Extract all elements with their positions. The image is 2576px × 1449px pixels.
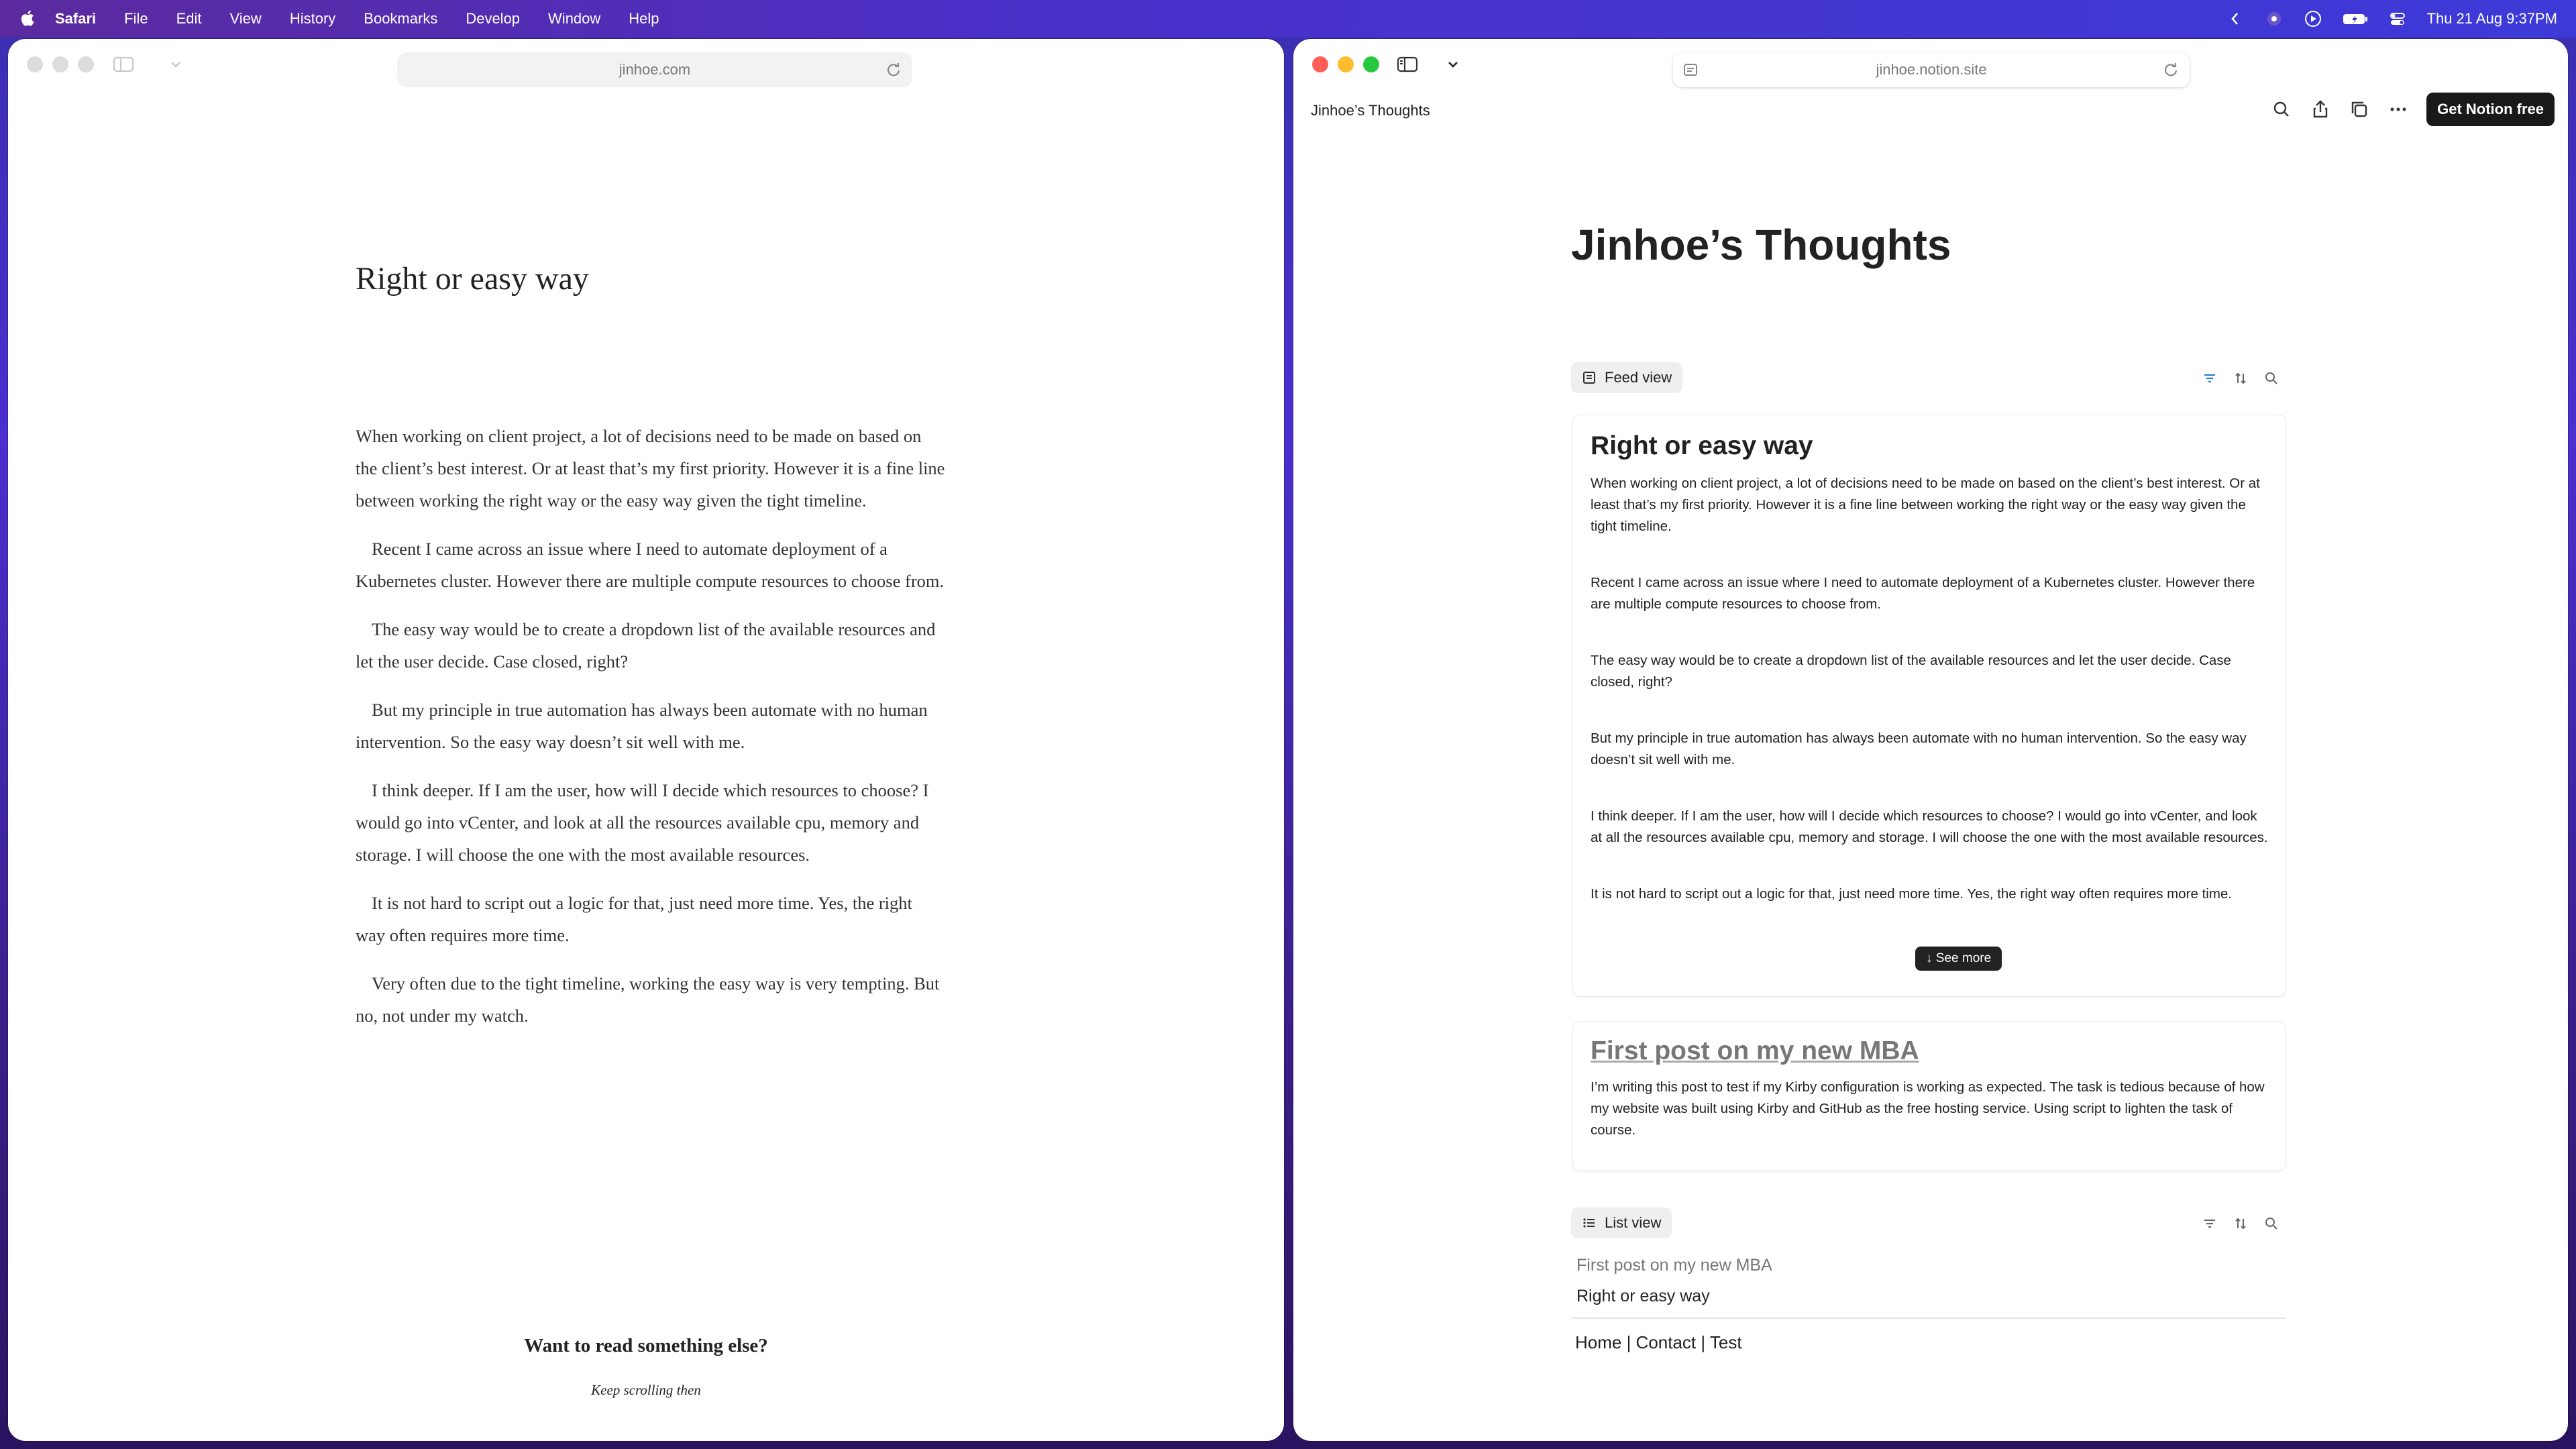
feed-view-tools	[2202, 370, 2279, 386]
article-paragraph: It is not hard to script out a logic for…	[356, 893, 912, 945]
play-icon[interactable]	[2304, 9, 2322, 28]
address-bar[interactable]: jinhoe.notion.site	[1673, 52, 2190, 87]
sidebar-toggle-icon[interactable]	[110, 52, 137, 76]
menu-edit[interactable]: Edit	[176, 10, 202, 28]
feed-icon	[1583, 372, 1595, 384]
card-paragraph: Recent I came across an issue where I ne…	[1591, 575, 2255, 612]
list-icon	[1583, 1218, 1595, 1228]
footer-links[interactable]: Home | Contact | Test	[1575, 1332, 1742, 1353]
divider	[1572, 1318, 2286, 1319]
list-view-tools	[2202, 1216, 2279, 1232]
clock[interactable]: Thu 21 Aug 9:37PM	[2427, 10, 2557, 28]
status-area: Thu 21 Aug 9:37PM	[2226, 0, 2557, 38]
share-icon[interactable]	[2310, 99, 2331, 120]
see-more-label: See more	[1935, 951, 1992, 965]
close-button[interactable]	[1312, 56, 1328, 72]
more-subheading: Keep scrolling then	[591, 1382, 701, 1398]
menu-window[interactable]: Window	[548, 10, 600, 28]
filter-icon[interactable]	[2202, 1216, 2218, 1232]
sidebar-toggle-icon[interactable]	[1394, 52, 1421, 76]
card-paragraph: When working on client project, a lot of…	[1591, 476, 2260, 534]
card-paragraph: It is not hard to script out a logic for…	[1591, 886, 2232, 902]
menu-help[interactable]: Help	[629, 10, 659, 28]
window-controls	[27, 56, 94, 72]
article-paragraph: The easy way would be to create a dropdo…	[356, 619, 936, 672]
zoom-button[interactable]	[78, 56, 94, 72]
see-more-button[interactable]: ↓ See more	[1915, 947, 2002, 971]
more-heading: Want to read something else?	[524, 1335, 768, 1356]
menu-view[interactable]: View	[230, 10, 262, 28]
card-paragraph: The easy way would be to create a dropdo…	[1591, 653, 2231, 690]
menu-bookmarks[interactable]: Bookmarks	[364, 10, 437, 28]
breadcrumb[interactable]: Jinhoe’s Thoughts	[1311, 102, 1430, 119]
list-item[interactable]: Right or easy way	[1576, 1287, 1710, 1306]
chevron-down-icon[interactable]	[1440, 52, 1466, 76]
article-paragraph: I think deeper. If I am the user, how wi…	[356, 780, 929, 865]
arrow-down-icon: ↓	[1926, 951, 1936, 965]
card-paragraph: I think deeper. If I am the user, how wi…	[1591, 808, 2268, 845]
address-bar[interactable]: jinhoe.com	[397, 52, 912, 87]
menu-app-safari[interactable]: Safari	[55, 10, 96, 28]
url-text: jinhoe.com	[619, 61, 691, 78]
card-title[interactable]: Right or easy way	[1591, 431, 1813, 461]
card-paragraph: I’m writing this post to test if my Kirb…	[1591, 1079, 2265, 1138]
search-icon[interactable]	[2271, 99, 2292, 120]
page-title: Jinhoe’s Thoughts	[1571, 221, 1951, 269]
camera-indicator-icon[interactable]	[2265, 9, 2284, 28]
tab-label: Feed view	[1605, 369, 1672, 386]
reload-icon[interactable]	[2161, 60, 2180, 79]
card-title[interactable]: First post on my new MBA	[1591, 1036, 1919, 1066]
get-notion-free-button[interactable]: Get Notion free	[2426, 93, 2555, 126]
minimize-button[interactable]	[52, 56, 68, 72]
article-body: When working on client project, a lot of…	[356, 420, 946, 1048]
minimize-button[interactable]	[1338, 56, 1354, 72]
article-paragraph: But my principle in true automation has …	[356, 700, 928, 752]
menu-history[interactable]: History	[290, 10, 335, 28]
feed-card[interactable]: First post on my new MBA I’m writing thi…	[1572, 1021, 2286, 1171]
card-body: When working on client project, a lot of…	[1591, 473, 2268, 940]
more-icon[interactable]	[2387, 99, 2409, 120]
page-settings-icon[interactable]	[1682, 62, 1699, 78]
apple-icon[interactable]	[19, 8, 35, 28]
chevron-down-icon[interactable]	[162, 52, 189, 76]
menu-file[interactable]: File	[124, 10, 148, 28]
zoom-button[interactable]	[1363, 56, 1379, 72]
article-paragraph: Very often due to the tight timeline, wo…	[356, 973, 940, 1026]
filter-icon[interactable]	[2202, 370, 2218, 386]
feed-card[interactable]: Right or easy way When working on client…	[1572, 415, 2286, 997]
battery-icon[interactable]	[2343, 9, 2368, 28]
card-body: I’m writing this post to test if my Kirb…	[1591, 1077, 2268, 1176]
tab-feed-view[interactable]: Feed view	[1571, 362, 1683, 393]
toolbar: jinhoe.notion.site	[1293, 39, 2568, 90]
article-title: Right or easy way	[356, 261, 589, 297]
card-paragraph: But my principle in true automation has …	[1591, 731, 2247, 767]
list-item[interactable]: First post on my new MBA	[1576, 1256, 1772, 1275]
reload-icon[interactable]	[884, 60, 903, 79]
sort-icon[interactable]	[2233, 370, 2249, 386]
safari-window-left: jinhoe.com Right or easy way When workin…	[8, 39, 1284, 1441]
menu-bar: Safari File Edit View History Bookmarks …	[0, 0, 2576, 38]
url-text: jinhoe.notion.site	[1876, 61, 1987, 78]
tab-list-view[interactable]: List view	[1571, 1208, 1672, 1238]
chevron-left-icon[interactable]	[2226, 9, 2245, 28]
window-controls	[1312, 56, 1379, 72]
menu-develop[interactable]: Develop	[466, 10, 520, 28]
toolbar: jinhoe.com	[8, 39, 1284, 90]
sort-icon[interactable]	[2233, 1216, 2249, 1232]
duplicate-icon[interactable]	[2349, 99, 2370, 120]
close-button[interactable]	[27, 56, 43, 72]
search-icon[interactable]	[2263, 370, 2279, 386]
tab-label: List view	[1605, 1214, 1662, 1231]
article-paragraph: When working on client project, a lot of…	[356, 426, 945, 511]
notion-actions: Get Notion free	[2271, 93, 2555, 126]
search-icon[interactable]	[2263, 1216, 2279, 1232]
article-paragraph: Recent I came across an issue where I ne…	[356, 539, 945, 591]
safari-window-right: jinhoe.notion.site Jinhoe’s Thoughts Get…	[1293, 39, 2568, 1441]
control-center-icon[interactable]	[2388, 9, 2407, 28]
